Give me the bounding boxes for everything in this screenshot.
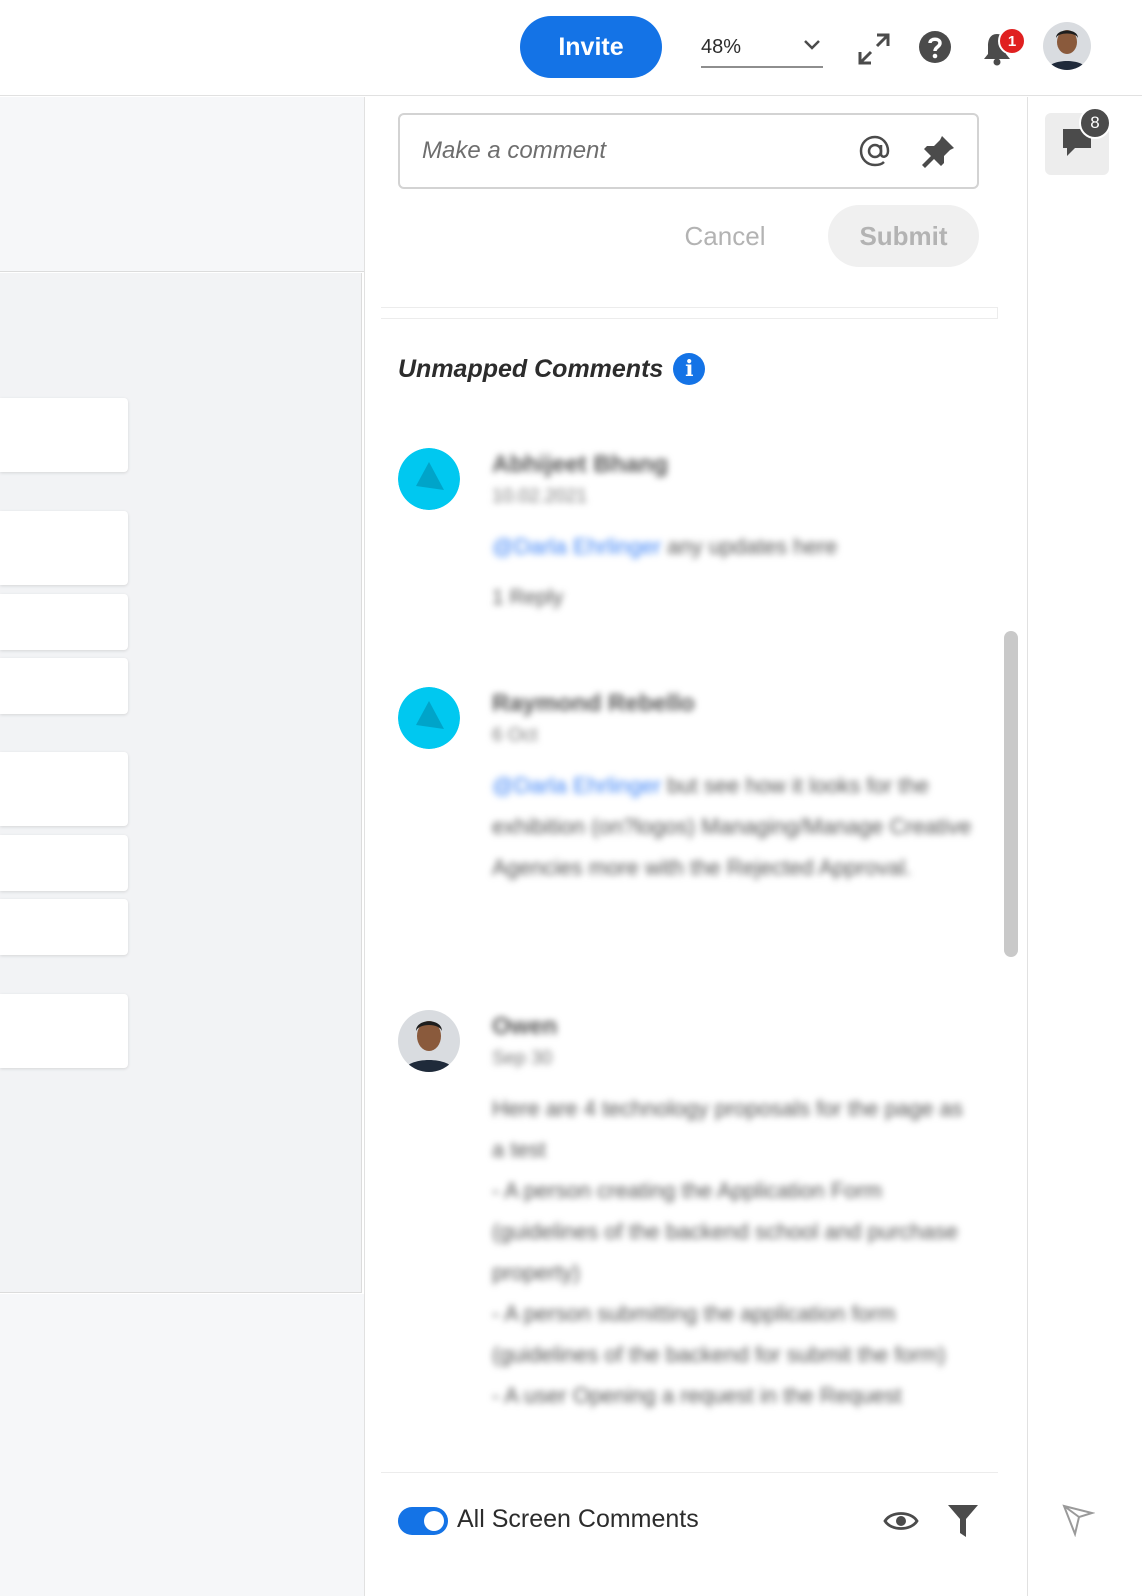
comment-author: Raymond Rebello <box>492 690 695 717</box>
submit-button[interactable]: Submit <box>828 205 979 267</box>
unmapped-comments-heading: Unmapped Comments <box>398 354 664 383</box>
toggle-knob <box>424 1511 444 1531</box>
cancel-button[interactable]: Cancel <box>665 207 785 265</box>
artboard-card[interactable] <box>0 899 128 955</box>
comment-body: Here are 4 technology proposals for the … <box>492 1096 963 1408</box>
section-title: Unmapped Comments i <box>398 353 706 385</box>
artboard-card[interactable] <box>0 658 128 714</box>
comment-input[interactable]: Make a comment <box>398 113 979 189</box>
canvas-footer-area <box>0 1294 364 1596</box>
comment-date: 6 Oct <box>492 725 538 746</box>
comment-mention[interactable]: @Darla Ehrlinger <box>492 534 661 559</box>
zoom-select[interactable]: 48% <box>701 28 823 68</box>
comment-item[interactable]: Owen Sep 30 Here are 4 technology propos… <box>398 1010 978 1480</box>
comment-author: Owen <box>492 1013 558 1040</box>
mention-icon[interactable] <box>855 131 895 171</box>
invite-button[interactable]: Invite <box>520 16 662 78</box>
panel-footer: All Screen Comments <box>381 1472 998 1596</box>
comment-date: Sep 30 <box>492 1048 553 1069</box>
help-icon[interactable] <box>917 29 953 65</box>
expand-icon[interactable] <box>855 30 893 68</box>
comment-item[interactable]: Raymond Rebello 6 Oct @Darla Ehrlinger b… <box>398 687 978 937</box>
avatar[interactable] <box>1043 22 1091 70</box>
artboard-card[interactable] <box>0 994 128 1068</box>
filter-icon[interactable] <box>947 1503 979 1544</box>
comment-author: Abhijeet Bhang <box>492 451 669 478</box>
chevron-down-icon <box>803 38 821 56</box>
comments-panel: Make a comment Cancel Submit Unmapped Co… <box>364 97 1028 1596</box>
info-icon[interactable]: i <box>673 353 706 385</box>
comment-text: @Darla Ehrlinger any updates here <box>492 526 978 567</box>
reply-link[interactable]: 1 Reply <box>492 581 978 615</box>
toggle-label: All Screen Comments <box>457 1505 699 1533</box>
top-toolbar: Invite 48% 1 <box>0 0 1142 96</box>
artboard-card[interactable] <box>0 398 128 472</box>
comment-mention[interactable]: @Darla Ehrlinger <box>492 773 661 798</box>
comment-placeholder: Make a comment <box>422 137 607 164</box>
avatar <box>398 687 460 749</box>
notification-badge: 1 <box>998 27 1026 55</box>
comment-item[interactable]: Abhijeet Bhang 10.02.2021 @Darla Ehrling… <box>398 448 978 628</box>
comment-text: @Darla Ehrlinger but see how it looks fo… <box>492 765 978 888</box>
comment-date: 10.02.2021 <box>492 486 588 507</box>
artboard-card[interactable] <box>0 835 128 891</box>
comments-count-badge: 8 <box>1079 107 1111 139</box>
artboard-canvas[interactable] <box>0 273 362 1293</box>
pointer-flag-icon[interactable] <box>1061 1503 1096 1542</box>
eye-icon[interactable] <box>883 1509 919 1538</box>
all-screen-comments-toggle[interactable] <box>398 1507 448 1535</box>
divider <box>381 307 998 319</box>
canvas-header-area <box>0 97 364 272</box>
avatar <box>398 448 460 510</box>
pin-icon[interactable] <box>919 131 959 171</box>
scrollbar[interactable] <box>1004 631 1018 957</box>
artboard-card[interactable] <box>0 594 128 650</box>
avatar <box>398 1010 460 1072</box>
artboard-card[interactable] <box>0 511 128 585</box>
comment-body: any updates here <box>661 534 838 559</box>
right-rail: 8 <box>1029 97 1142 1596</box>
zoom-value: 48% <box>701 35 742 58</box>
artboard-card[interactable] <box>0 752 128 826</box>
